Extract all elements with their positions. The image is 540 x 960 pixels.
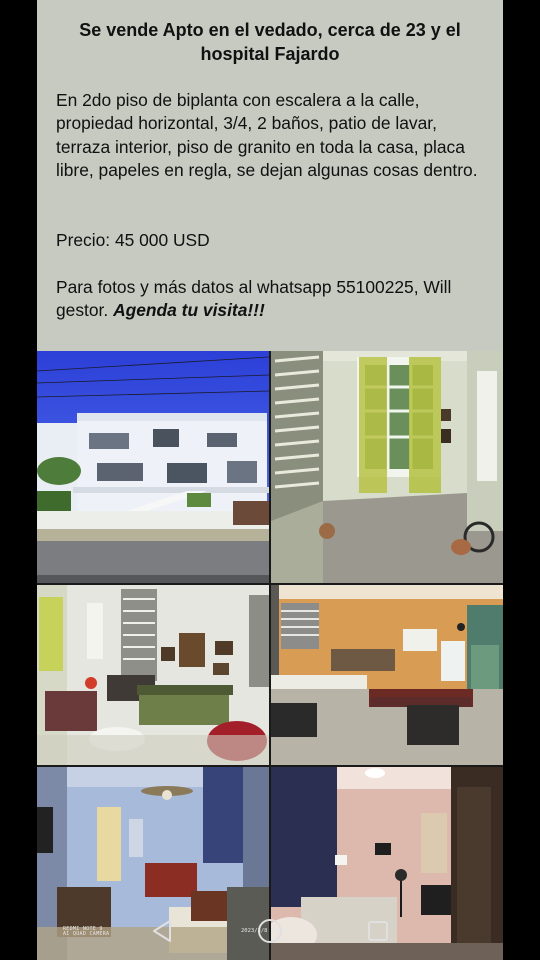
post-contact: Para fotos y más datos al whatsapp 55100… <box>56 276 489 323</box>
post-title: Se vende Apto en el vedado, cerca de 23 … <box>79 20 461 64</box>
recents-square-icon <box>368 921 388 941</box>
photo-room-window[interactable] <box>271 351 503 583</box>
photo-grid: REDMI NOTE 9 AI QUAD CAMERA 2023/3/8 13:3… <box>37 351 503 960</box>
post-description: En 2do piso de biplanta con escalera a l… <box>56 90 478 181</box>
call-to-action: Agenda tu visita!!! <box>113 300 265 321</box>
recents-button[interactable] <box>363 916 393 946</box>
post-container: Se vende Apto en el vedado, cerca de 23 … <box>37 0 503 960</box>
home-button[interactable] <box>255 916 285 946</box>
home-circle-icon <box>258 919 282 943</box>
back-button[interactable] <box>147 916 177 946</box>
back-triangle-icon <box>153 920 171 942</box>
photo-dining-kitchen[interactable] <box>271 585 503 765</box>
photo-building-exterior[interactable] <box>37 351 269 583</box>
post-text-panel: Se vende Apto en el vedado, cerca de 23 … <box>37 0 503 351</box>
post-price: Precio: 45 000 USD <box>56 230 210 250</box>
photo-living-room[interactable] <box>37 585 269 765</box>
android-nav-bar <box>0 902 540 960</box>
